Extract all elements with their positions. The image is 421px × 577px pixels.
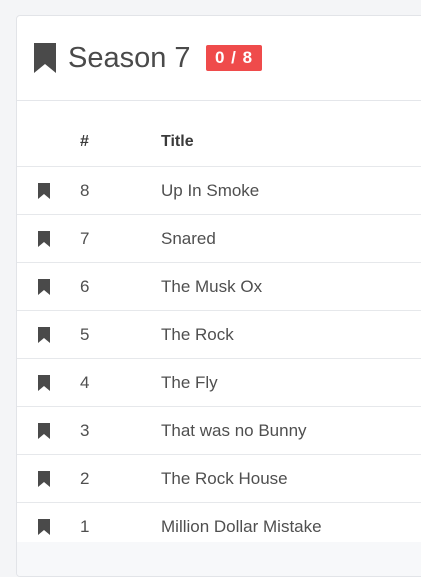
row-bookmark-cell — [17, 358, 80, 407]
episode-number: 7 — [80, 214, 161, 263]
episode-number: 8 — [80, 166, 161, 215]
bookmark-icon[interactable] — [38, 182, 50, 199]
column-header-title: Title — [161, 118, 421, 167]
season-title: Season 7 — [68, 42, 191, 74]
episode-number: 2 — [80, 454, 161, 503]
row-bookmark-cell — [17, 406, 80, 455]
episode-number: 6 — [80, 262, 161, 311]
bookmark-icon[interactable] — [38, 518, 50, 535]
episode-title[interactable]: The Fly — [161, 358, 421, 407]
column-header-icon — [17, 118, 80, 167]
season-card: Season 7 0 / 8 # Title 8 Up In Smoke 7 S… — [16, 15, 421, 577]
watched-count-badge: 0 / 8 — [206, 45, 263, 71]
table-header-row: # Title — [17, 118, 421, 167]
episode-title[interactable]: The Musk Ox — [161, 262, 421, 311]
table-row: 6 The Musk Ox — [17, 262, 421, 311]
bookmark-icon[interactable] — [38, 422, 50, 439]
season-header: Season 7 0 / 8 — [17, 16, 421, 101]
bookmark-icon[interactable] — [34, 43, 56, 73]
table-row: 8 Up In Smoke — [17, 166, 421, 215]
bookmark-icon[interactable] — [38, 326, 50, 343]
table-row: 2 The Rock House — [17, 454, 421, 503]
episode-number: 5 — [80, 310, 161, 359]
episode-title[interactable]: That was no Bunny — [161, 406, 421, 455]
bookmark-icon[interactable] — [38, 230, 50, 247]
bookmark-icon[interactable] — [38, 374, 50, 391]
table-row: 4 The Fly — [17, 358, 421, 407]
table-row: 3 That was no Bunny — [17, 406, 421, 455]
row-bookmark-cell — [17, 262, 80, 311]
episode-title[interactable]: Up In Smoke — [161, 166, 421, 215]
row-bookmark-cell — [17, 454, 80, 503]
episode-title[interactable]: The Rock — [161, 310, 421, 359]
bookmark-icon[interactable] — [38, 470, 50, 487]
bookmark-icon[interactable] — [38, 278, 50, 295]
card-footer — [17, 542, 421, 576]
row-bookmark-cell — [17, 214, 80, 263]
row-bookmark-cell — [17, 310, 80, 359]
episode-table: # Title 8 Up In Smoke 7 Snared 6 The Mus… — [17, 118, 421, 551]
column-header-number: # — [80, 118, 161, 167]
episode-title[interactable]: The Rock House — [161, 454, 421, 503]
episode-number: 4 — [80, 358, 161, 407]
episode-title[interactable]: Snared — [161, 214, 421, 263]
table-row: 7 Snared — [17, 214, 421, 263]
row-bookmark-cell — [17, 166, 80, 215]
table-row: 5 The Rock — [17, 310, 421, 359]
episode-number: 3 — [80, 406, 161, 455]
